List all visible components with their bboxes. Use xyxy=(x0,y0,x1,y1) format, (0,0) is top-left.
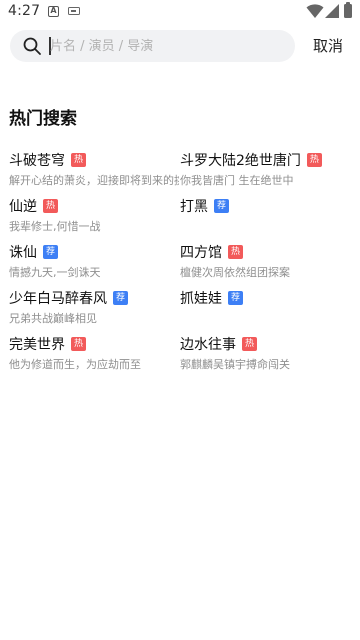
hot-badge: 热 xyxy=(71,153,86,167)
search-icon xyxy=(23,37,41,55)
item-title: 打黑 xyxy=(180,199,208,215)
item-title: 完美世界 xyxy=(9,337,65,353)
search-bar: 取消 xyxy=(0,30,360,62)
hot-badge: 热 xyxy=(228,245,243,259)
search-input[interactable] xyxy=(50,36,280,56)
hot-search-item[interactable]: 四方馆 热 檀健次周依然组团探案 xyxy=(180,242,352,282)
recommend-badge: 荐 xyxy=(43,245,58,259)
battery-icon xyxy=(344,2,352,18)
app-notification-icon: A xyxy=(48,6,59,17)
signal-icon xyxy=(325,4,339,18)
hot-search-item[interactable]: 斗罗大陆2绝世唐门 热 你我皆唐门 生在绝世中 xyxy=(180,150,352,190)
keyboard-icon xyxy=(68,7,80,15)
hot-badge: 热 xyxy=(306,153,322,167)
item-description: 解开心结的萧炎，迎接即将到来的挑战 xyxy=(9,174,179,187)
hot-badge: 热 xyxy=(43,199,58,213)
recommend-badge: 荐 xyxy=(214,199,229,213)
item-title: 边水往事 xyxy=(180,337,236,353)
cancel-button[interactable]: 取消 xyxy=(304,30,352,62)
item-description: 檀健次周依然组团探案 xyxy=(180,266,290,279)
hot-search-item[interactable]: 完美世界 热 他为修道而生，为应劫而至 xyxy=(9,334,181,374)
hot-search-item[interactable]: 边水往事 热 郭麒麟吴镇宇搏命闯关 xyxy=(180,334,352,374)
hot-search-item[interactable]: 诛仙 荐 情撼九天,一剑诛天 xyxy=(9,242,181,282)
item-description: 你我皆唐门 生在绝世中 xyxy=(180,174,294,187)
hot-search-item[interactable]: 抓娃娃 荐 xyxy=(180,288,352,328)
item-title: 抓娃娃 xyxy=(180,291,222,307)
item-title: 四方馆 xyxy=(180,245,222,261)
item-description: 兄弟共战巅峰相见 xyxy=(9,312,97,325)
search-box[interactable] xyxy=(10,30,295,62)
hot-search-item[interactable]: 仙逆 热 我辈修士,何惜一战 xyxy=(9,196,181,236)
item-description: 情撼九天,一剑诛天 xyxy=(9,266,101,279)
status-bar: 4:27 A xyxy=(0,0,360,24)
wifi-icon xyxy=(306,4,324,18)
item-title: 斗破苍穹 xyxy=(9,153,65,169)
hot-search-item[interactable]: 打黑 荐 xyxy=(180,196,352,236)
item-description: 郭麒麟吴镇宇搏命闯关 xyxy=(180,358,290,371)
item-description: 他为修道而生，为应劫而至 xyxy=(9,358,141,371)
hot-search-title: 热门搜索 xyxy=(9,109,77,129)
hot-badge: 热 xyxy=(242,337,257,351)
hot-badge: 热 xyxy=(71,337,86,351)
hot-search-item[interactable]: 斗破苍穹 热 解开心结的萧炎，迎接即将到来的挑战 xyxy=(9,150,181,190)
status-time: 4:27 xyxy=(8,3,41,19)
item-description: 我辈修士,何惜一战 xyxy=(9,220,101,233)
item-title: 少年白马醉春风 xyxy=(9,291,107,307)
hot-search-item[interactable]: 少年白马醉春风 荐 兄弟共战巅峰相见 xyxy=(9,288,181,328)
item-title: 仙逆 xyxy=(9,199,37,215)
item-title: 诛仙 xyxy=(9,245,37,261)
recommend-badge: 荐 xyxy=(113,291,128,305)
recommend-badge: 荐 xyxy=(228,291,243,305)
item-title: 斗罗大陆2绝世唐门 xyxy=(180,153,301,169)
